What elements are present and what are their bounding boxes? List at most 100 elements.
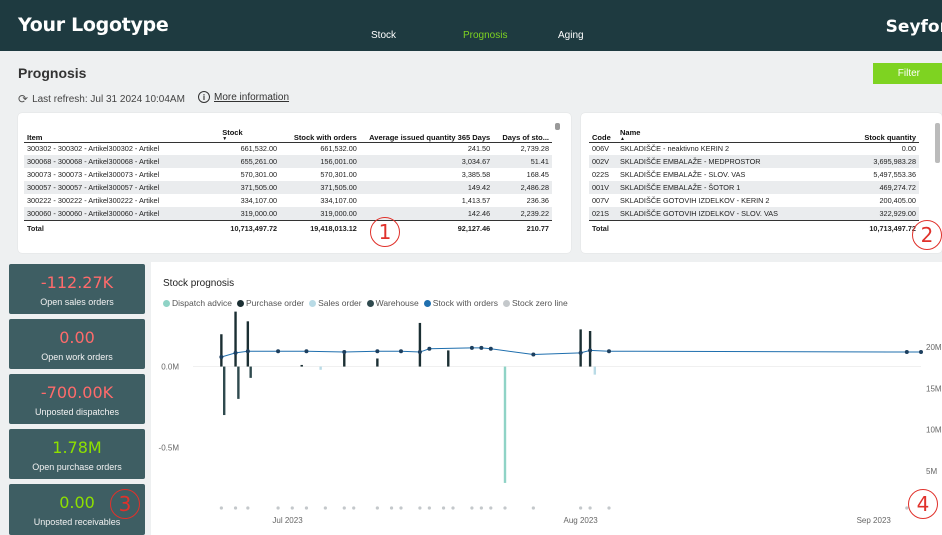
x-tick-label: Aug 2023 <box>564 516 599 525</box>
table-cell: 007V <box>592 196 610 205</box>
zero-line-point[interactable] <box>470 506 474 510</box>
chart-bar[interactable] <box>579 329 582 367</box>
zero-line-point[interactable] <box>489 506 493 510</box>
table-row[interactable]: 300073 - 300073 - Artikel300073 - Artike… <box>24 168 552 181</box>
col-stock[interactable]: Stock ▼ <box>219 123 281 143</box>
zero-line-point[interactable] <box>427 506 431 510</box>
table-cell: 1,413.57 <box>461 196 491 205</box>
zero-line-point[interactable] <box>531 506 535 510</box>
nav-tab-stock[interactable]: Stock <box>371 30 396 41</box>
zero-line-point[interactable] <box>219 506 223 510</box>
table-row[interactable]: 001V SKLADIŠČE EMBALAŽE - ŠOTOR 1 469,274.… <box>589 181 919 194</box>
stock-line-point[interactable] <box>578 350 583 355</box>
zero-line-point[interactable] <box>323 506 327 510</box>
filter-button[interactable]: Filter <box>873 63 942 84</box>
info-icon[interactable]: i <box>198 91 210 103</box>
zero-line-point[interactable] <box>290 506 294 510</box>
table-row[interactable]: 300302 - 300302 - Artikel300302 - Artike… <box>24 142 552 155</box>
more-information[interactable]: i More information <box>198 91 289 103</box>
table-row[interactable]: 300222 - 300222 - Artikel300222 - Artike… <box>24 194 552 207</box>
chart-bar[interactable] <box>447 350 450 367</box>
stock-line-point[interactable] <box>427 346 432 351</box>
stock-line-point[interactable] <box>469 345 474 350</box>
last-refresh-text: Last refresh: Jul 31 2024 10:04AM <box>32 93 185 105</box>
table-row[interactable]: 300057 - 300057 - Artikel300057 - Artike… <box>24 181 552 194</box>
chart-bar[interactable] <box>246 321 250 367</box>
table-row[interactable]: 300060 - 300060 - Artikel300060 - Artike… <box>24 207 552 220</box>
table-row[interactable]: 022S SKLADIŠČE EMBALAŽE - SLOV. VAS 5,497,… <box>589 168 919 181</box>
refresh-icon[interactable]: ⟳ <box>18 92 28 106</box>
table-cell: 51.41 <box>493 155 552 168</box>
stock-line-point[interactable] <box>375 349 380 354</box>
zero-line-point[interactable] <box>451 506 455 510</box>
stock-line-point[interactable] <box>488 346 493 351</box>
col-item[interactable]: Item <box>24 123 220 143</box>
chart-bar[interactable] <box>237 366 240 399</box>
zero-line-point[interactable] <box>276 506 280 510</box>
table-row[interactable]: 007V SKLADIŠČE GOTOVIH IZDELKOV - KERIN 2… <box>589 194 919 207</box>
zero-line-point[interactable] <box>607 506 611 510</box>
chart-bar[interactable] <box>220 334 223 367</box>
stock-line-point[interactable] <box>904 350 909 355</box>
table-cell: 001V <box>589 181 617 194</box>
zero-line-point[interactable] <box>579 506 583 510</box>
zero-line-point[interactable] <box>441 506 446 510</box>
chart-bar[interactable] <box>418 322 422 367</box>
zero-line-point[interactable] <box>352 506 356 510</box>
nav-tab-prognosis[interactable]: Prognosis <box>463 30 507 41</box>
stock-line-point[interactable] <box>233 350 238 355</box>
chart-bar[interactable] <box>234 311 237 367</box>
stock-prognosis-chart: Stock prognosis Dispatch advice Purchase … <box>151 262 942 535</box>
zero-line-point[interactable] <box>479 506 483 510</box>
table-row[interactable]: 021S SKLADIŠČE GOTOVIH IZDELKOV - SLOV. V… <box>589 207 919 220</box>
more-information-link[interactable]: More information <box>214 92 289 103</box>
zero-line-point[interactable] <box>588 506 592 510</box>
scrollbar-thumb[interactable] <box>935 123 940 163</box>
nav-tab-aging[interactable]: Aging <box>558 30 584 41</box>
zero-line-point[interactable] <box>342 506 346 510</box>
stock-line-point[interactable] <box>531 352 536 357</box>
scrollbar-thumb[interactable] <box>555 123 560 130</box>
stock-line-point[interactable] <box>245 349 250 354</box>
stock-line-point[interactable] <box>919 350 923 355</box>
stock-line-point[interactable] <box>607 349 611 354</box>
col-stock-quantity[interactable]: Stock quantity <box>837 123 919 143</box>
stock-line-point[interactable] <box>588 348 593 353</box>
chart-bar[interactable] <box>249 366 252 378</box>
table-row[interactable]: 002V SKLADIŠČE EMBALAŽE - MEDPROSTOR 3,695… <box>589 155 919 168</box>
zero-line-point[interactable] <box>304 506 309 510</box>
table-cell: 322,929.00 <box>837 207 919 220</box>
table-cell: 2,239.22 <box>493 207 552 220</box>
table-row[interactable]: 006V SKLADIŠČE - neaktivno KERIN 2 0.00 <box>589 142 919 155</box>
zero-line-point[interactable] <box>246 506 250 510</box>
stock-line-point[interactable] <box>399 349 403 354</box>
chart-bar[interactable] <box>319 366 322 370</box>
chart-canvas[interactable]: 0.0M -0.5M 20M 15M 10M 5M Jul 2023 Aug 2023 Sep … <box>151 262 942 535</box>
table-row[interactable]: 300068 - 300068 - Artikel300068 - Artike… <box>24 155 552 168</box>
table-cell: 168.45 <box>526 170 549 179</box>
col-stock-with-orders[interactable]: Stock with orders <box>280 123 360 143</box>
col-name[interactable]: Name ▲ <box>617 123 837 143</box>
stock-line-point[interactable] <box>417 350 422 355</box>
zero-line-point[interactable] <box>233 506 238 510</box>
stock-line-point[interactable] <box>219 354 224 359</box>
chart-bar[interactable] <box>376 358 379 367</box>
stock-line-point[interactable] <box>304 349 309 354</box>
chart-bar[interactable] <box>300 364 303 367</box>
col-code[interactable]: Code <box>589 123 617 143</box>
kpi-value: -112.27K <box>40 273 114 292</box>
zero-line-point[interactable] <box>375 506 379 510</box>
col-days-of-stock[interactable]: Days of sto... <box>493 123 552 143</box>
zero-line-point[interactable] <box>503 506 507 510</box>
chart-bar[interactable] <box>343 353 346 367</box>
chart-bar[interactable] <box>593 366 597 375</box>
zero-line-point[interactable] <box>418 506 422 510</box>
stock-line-point[interactable] <box>342 350 347 355</box>
chart-bar[interactable] <box>223 366 226 416</box>
col-avg-issued[interactable]: Average issued quantity 365 Days <box>359 123 494 143</box>
zero-line-point[interactable] <box>399 506 403 510</box>
stock-line-point[interactable] <box>479 345 484 350</box>
stock-line-point[interactable] <box>276 349 281 354</box>
chart-bar[interactable] <box>503 366 507 483</box>
zero-line-point[interactable] <box>389 506 394 510</box>
